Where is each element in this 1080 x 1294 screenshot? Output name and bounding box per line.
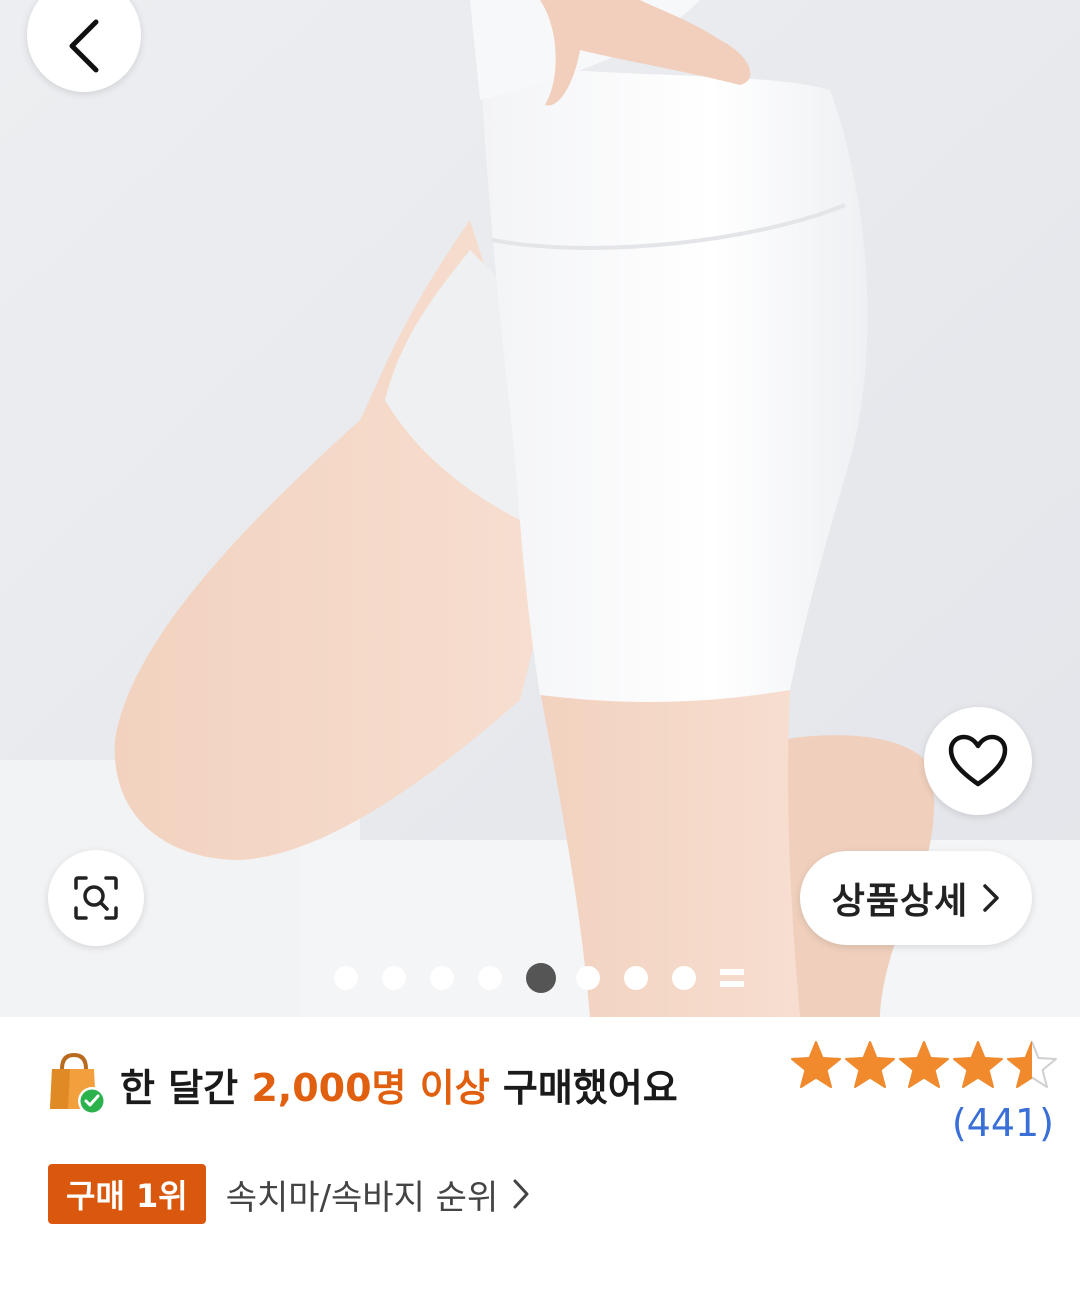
image-search-button[interactable]	[48, 850, 144, 946]
product-image-gallery[interactable]: 상품상세	[0, 0, 1080, 1017]
star-half-icon	[1007, 1041, 1057, 1088]
purchase-count-text: 한 달간 2,000명 이상 구매했어요	[120, 1057, 678, 1112]
pagination-dot[interactable]	[624, 966, 648, 990]
pagination-dot[interactable]	[334, 966, 358, 990]
star-full-icon	[791, 1041, 841, 1088]
product-detail-label: 상품상세	[831, 881, 969, 922]
pagination-dot[interactable]	[576, 966, 600, 990]
ranking-row[interactable]: 구매 1위 속치마/속바지 순위	[48, 1164, 530, 1224]
gallery-pagination[interactable]	[334, 963, 744, 993]
category-rank-label: 속치마/속바지 순위	[225, 1177, 499, 1218]
chevron-left-icon	[69, 19, 99, 73]
chevron-right-icon	[513, 1179, 529, 1209]
purchase-suffix: 구매했어요	[489, 1065, 678, 1110]
star-full-icon	[899, 1041, 949, 1088]
pagination-dot[interactable]	[478, 966, 502, 990]
product-detail-button[interactable]: 상품상세	[800, 851, 1032, 945]
pagination-dot[interactable]	[430, 966, 454, 990]
purchase-count-banner: 한 달간 2,000명 이상 구매했어요	[48, 1044, 678, 1124]
rank-badge: 구매 1위	[48, 1164, 206, 1224]
pagination-more-icon[interactable]	[720, 966, 744, 990]
star-rating[interactable]	[790, 1040, 1058, 1090]
like-button[interactable]	[924, 707, 1032, 815]
star-full-icon	[953, 1041, 1003, 1088]
shopping-bag-check-icon	[48, 1051, 108, 1117]
pagination-dot-active[interactable]	[526, 963, 556, 993]
purchase-prefix: 한 달간	[120, 1065, 252, 1110]
heart-icon	[948, 734, 1008, 787]
stars-row	[790, 1040, 1058, 1090]
pagination-dot[interactable]	[672, 966, 696, 990]
star-full-icon	[845, 1041, 895, 1088]
review-count[interactable]: (441)	[952, 1101, 1054, 1145]
image-search-icon	[74, 876, 118, 920]
pagination-dot[interactable]	[382, 966, 406, 990]
category-rank-link[interactable]: 속치마/속바지 순위	[226, 1170, 531, 1219]
chevron-right-icon	[983, 884, 999, 912]
purchase-highlight: 2,000명 이상	[251, 1065, 490, 1110]
